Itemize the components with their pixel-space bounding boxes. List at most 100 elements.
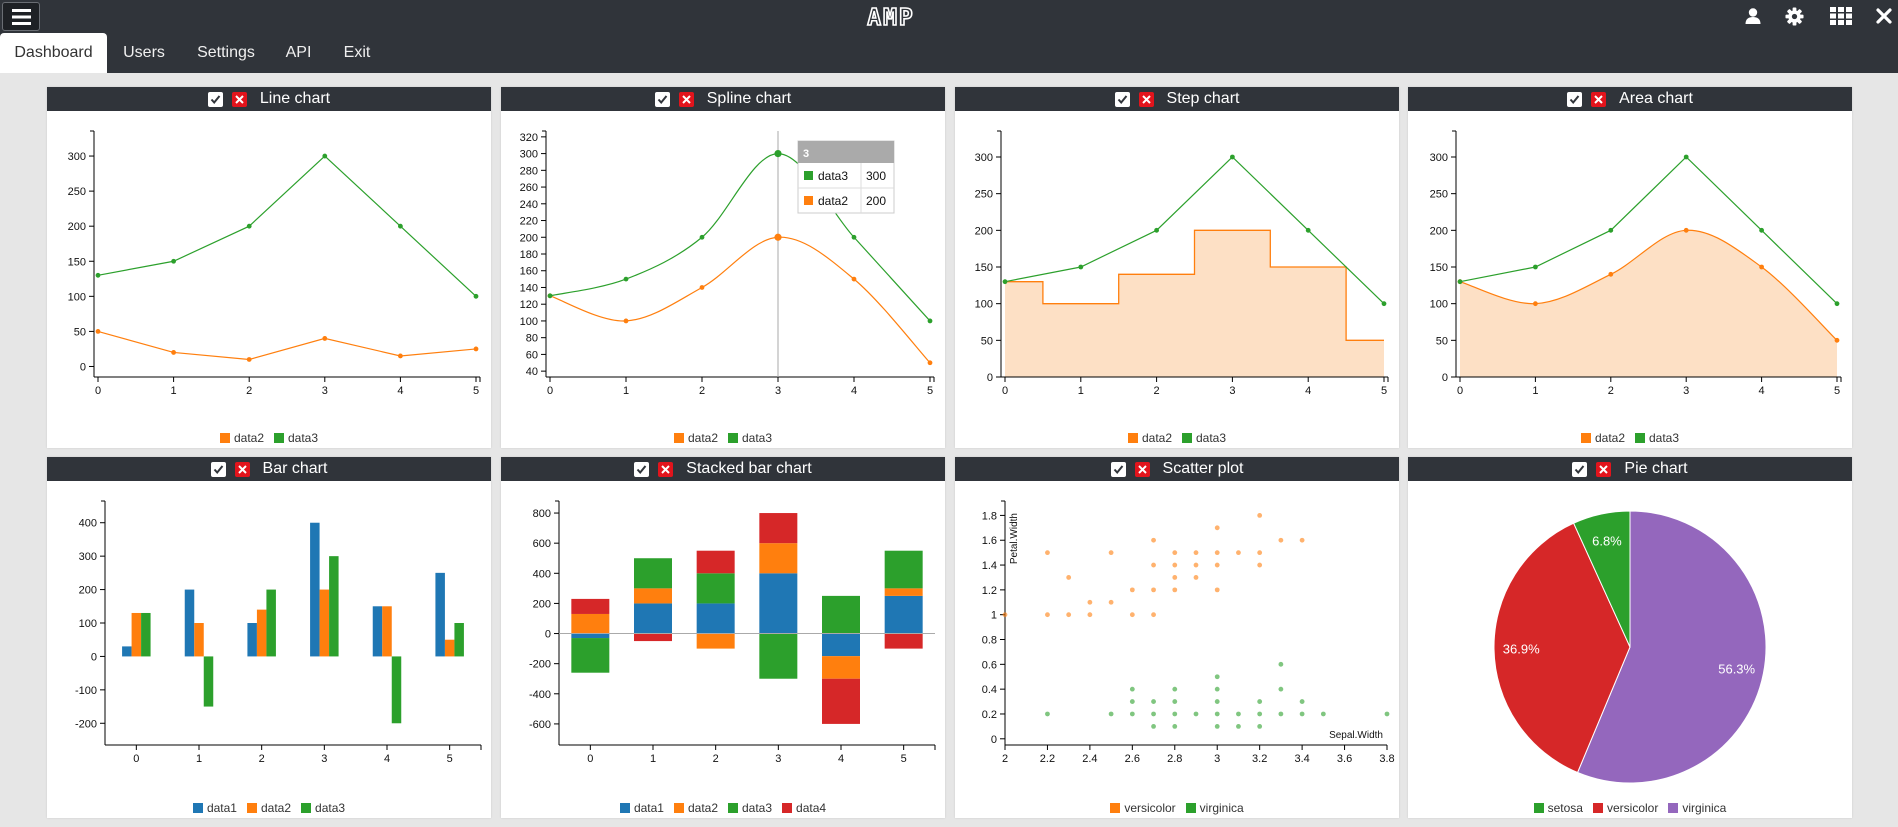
pie-slice-label: 36.9% [1503,642,1540,657]
scatter-point-virginica [1278,711,1284,717]
scatter-point-versicolor [1214,587,1220,593]
legend-item-data3[interactable]: data3 [1635,431,1679,445]
panel-header: Step chart [955,87,1399,111]
tab-settings[interactable]: Settings [181,33,271,73]
data-point-data3 [95,272,101,278]
legend-swatch [274,433,284,443]
y-tick-label: -200 [75,718,97,730]
data-point-data3 [171,258,176,264]
y-tick-label: 250 [68,186,86,198]
x-tick-label: 2.6 [1125,753,1140,765]
bar-data1 [184,589,195,657]
scatter-point-versicolor [1108,550,1114,556]
close-icon [1141,94,1151,104]
legend-item-data4[interactable]: data4 [782,801,826,815]
legend-item-data2[interactable]: data2 [1580,431,1625,445]
legend-item-virginica[interactable]: virginica [1185,801,1244,815]
panel-remove-button[interactable] [678,91,694,107]
x-tick-label: 1 [1532,385,1538,397]
legend-item-virginica[interactable]: virginica [1668,801,1726,815]
data-point-data3 [1759,227,1764,233]
tab-exit[interactable]: Exit [326,33,388,73]
close-icon [1137,464,1147,474]
legend-item-data2[interactable]: data2 [673,431,718,445]
grid-icon[interactable] [1830,7,1852,25]
data-point-data2 [851,276,857,282]
legend-label: data1 [633,801,664,815]
legend-item-data3[interactable]: data3 [728,431,772,445]
panel-step-chart: Step chart 0 50 100 150 200 250 300 0 1 2 3 4 5 data… [955,87,1399,448]
panel-toggle-checkbox[interactable] [1572,461,1588,477]
legend-label: virginica [1682,801,1727,815]
legend-item-versicolor[interactable]: versicolor [1110,801,1176,815]
panel-scatter-plot: Scatter plot 0 0.2 0.4 0.6 0.8 1 1.2 1.4 1.6 1.8 2… [955,457,1399,818]
panel-toggle-checkbox[interactable] [1114,91,1130,107]
y-tick-label: 300 [520,149,538,161]
panel-remove-button[interactable] [1134,461,1150,477]
panel-remove-button[interactable] [234,461,250,477]
chart-legend: data1 data2 data3 data4 [501,800,945,816]
hamburger-menu-button[interactable] [2,2,40,31]
tab-api[interactable]: API [271,33,326,73]
tab-dashboard[interactable]: Dashboard [0,33,107,73]
panel-remove-button[interactable] [231,91,247,107]
y-tick-label: 140 [520,282,538,294]
scatter-point-virginica [1257,711,1263,717]
panel-toggle-checkbox[interactable] [1110,461,1126,477]
panel-remove-button[interactable] [1596,461,1612,477]
panel-remove-button[interactable] [658,461,674,477]
legend-label: data2 [1141,431,1172,445]
bar-data2 [382,606,392,657]
user-icon[interactable] [1744,7,1762,25]
tab-users[interactable]: Users [107,33,181,73]
legend-item-data3[interactable]: data3 [301,801,345,815]
scatter-point-versicolor [1045,550,1050,556]
legend-swatch [673,433,684,443]
x-tick-label: 3 [775,385,781,397]
scatter-point-versicolor [1257,513,1263,518]
legend-item-data2[interactable]: data2 [1127,431,1172,445]
legend-item-data3[interactable]: data3 [1182,431,1226,445]
y-tick-label: 200 [68,221,86,233]
panel-toggle-checkbox[interactable] [210,461,226,477]
close-icon[interactable] [1876,8,1892,24]
y-axis-label: Petal.Width [1009,513,1020,564]
stacked-bar-data3 [571,638,610,673]
tooltip-value: 200 [866,194,886,208]
panel-title: Pie chart [1624,460,1688,477]
panel-toggle-checkbox[interactable] [634,461,650,477]
legend-label: data3 [315,801,346,815]
panel-toggle-checkbox[interactable] [207,91,223,107]
legend-item-data2[interactable]: data2 [246,801,291,815]
x-tick-label: 4 [384,753,390,765]
panel-toggle-checkbox[interactable] [1567,91,1583,107]
legend-item-data2[interactable]: data2 [673,801,718,815]
legend-item-data1[interactable]: data1 [619,801,664,815]
y-tick-label: 100 [68,291,86,303]
scatter-point-versicolor [1278,537,1284,543]
panel-remove-button[interactable] [1591,91,1607,107]
panel-toggle-checkbox[interactable] [654,91,670,107]
close-icon [682,94,691,104]
legend-item-data2[interactable]: data2 [219,431,264,445]
panel-title: Scatter plot [1162,460,1244,477]
legend-item-data1[interactable]: data1 [192,801,237,815]
data-point-data3 [1381,301,1387,307]
panel-remove-button[interactable] [1138,91,1154,107]
legend-item-versicolor[interactable]: versicolor [1592,801,1658,815]
scatter-point-virginica [1214,711,1220,717]
x-tick-label: 4 [851,385,857,397]
x-tick-label: 3 [1214,753,1220,765]
x-tick-label: 2.2 [1040,753,1055,765]
panel-pie-chart: Pie chart 56.3% 36.9% 6.8% setosa versicolo… [1408,457,1852,818]
legend-item-data3[interactable]: data3 [728,801,772,815]
scatter-point-virginica [1193,711,1199,717]
y-tick-label: 50 [1436,335,1448,347]
legend-item-data3[interactable]: data3 [274,431,318,445]
legend-item-setosa[interactable]: setosa [1533,801,1583,815]
gear-icon[interactable] [1785,7,1804,26]
x-tick-label: 5 [901,753,907,765]
scatter-point-virginica [1151,711,1156,717]
stacked-bar-data4 [822,678,860,724]
legend-swatch [1592,803,1603,813]
